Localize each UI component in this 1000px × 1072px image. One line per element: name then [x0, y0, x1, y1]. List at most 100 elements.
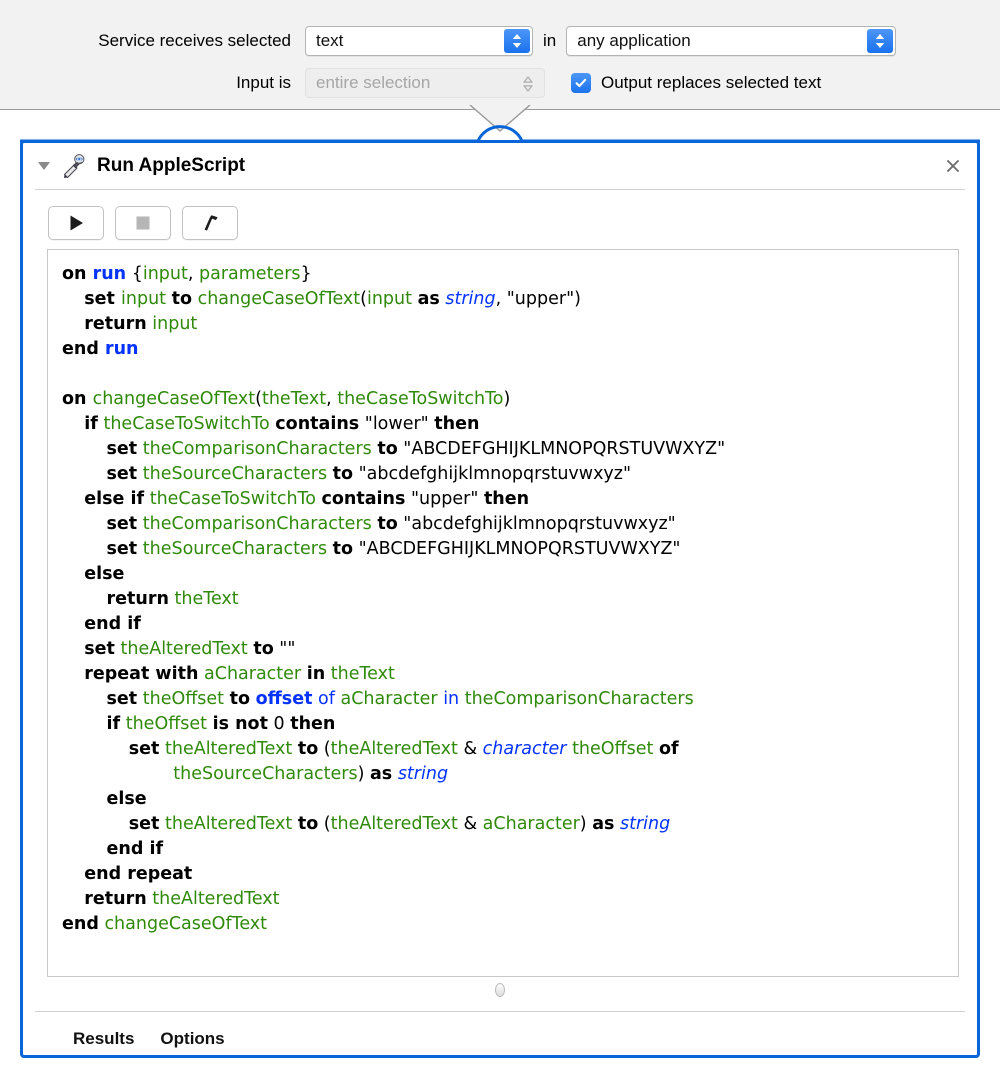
code-line: set theOffset to offset of aCharacter in…	[62, 687, 948, 712]
code-token: as	[370, 764, 393, 784]
tab-options[interactable]: Options	[160, 1029, 224, 1049]
applescript-source[interactable]: on run {input, parameters} set input to …	[48, 250, 958, 947]
disclosure-triangle-icon[interactable]	[35, 157, 53, 175]
stop-icon	[136, 216, 150, 230]
code-line: else	[62, 787, 948, 812]
code-token: theComparisonCharacters	[142, 439, 372, 459]
code-token: (	[318, 739, 331, 759]
code-token: (	[360, 289, 367, 309]
code-line: set input to changeCaseOfText(input as s…	[62, 287, 948, 312]
code-token: theSourceCharacters	[142, 464, 328, 484]
code-token: to	[297, 814, 319, 834]
code-line: on changeCaseOfText(theText, theCaseToSw…	[62, 387, 948, 412]
code-line: set theComparisonCharacters to "ABCDEFGH…	[62, 437, 948, 462]
code-line: return input	[62, 312, 948, 337]
code-token: then	[483, 489, 530, 509]
input-is-popup: entire selection	[305, 68, 545, 98]
run-button[interactable]	[48, 206, 104, 240]
code-token: "abcdefghijklmnopqrstuvwxyz"	[397, 514, 676, 534]
service-receives-row: Service receives selected text in any ap…	[0, 22, 1000, 60]
code-token: set	[106, 439, 138, 459]
code-token: run	[92, 264, 127, 284]
code-token: 0	[267, 714, 291, 734]
code-token: &	[457, 814, 483, 834]
code-token: theText	[330, 664, 395, 684]
code-token: theOffset	[572, 739, 654, 759]
chevron-updown-icon	[504, 29, 530, 53]
code-token: then	[434, 414, 480, 434]
code-token: to	[377, 514, 398, 534]
code-line: set theAlteredText to (theAlteredText & …	[62, 737, 948, 762]
code-token: set	[106, 514, 138, 534]
code-token: string	[620, 814, 671, 834]
code-token: input	[142, 264, 188, 284]
panel-header: Run AppleScript	[23, 143, 977, 189]
code-token: input	[121, 289, 167, 309]
service-receives-label: Service receives selected	[98, 31, 291, 50]
code-token: as	[417, 289, 440, 309]
code-line: set theAlteredText to (theAlteredText & …	[62, 812, 948, 837]
hammer-icon	[204, 215, 218, 231]
code-token: to	[171, 289, 192, 309]
code-token: end if	[84, 614, 141, 634]
code-token: theSourceCharacters	[173, 764, 358, 784]
code-line: set theAlteredText to ""	[62, 637, 948, 662]
code-token: theOffset	[125, 714, 208, 734]
code-token: theComparisonCharacters	[142, 514, 372, 534]
code-token: "ABCDEFGHIJKLMNOPQRSTUVWXYZ"	[397, 439, 726, 459]
compile-button[interactable]	[182, 206, 238, 240]
application-popup[interactable]: any application	[566, 26, 897, 56]
checkmark-icon	[575, 78, 587, 88]
code-token: theCaseToSwitchTo	[103, 414, 270, 434]
code-token: end if	[106, 839, 164, 859]
code-token: else	[106, 789, 147, 809]
service-receives-popup[interactable]: text	[305, 26, 533, 56]
code-token: string	[397, 764, 449, 784]
code-token: set	[106, 464, 138, 484]
code-token: theText	[174, 589, 239, 609]
code-token: to	[332, 464, 354, 484]
code-token: "upper"	[405, 489, 484, 509]
code-token: string	[445, 289, 496, 309]
output-replaces-checkbox-row[interactable]: Output replaces selected text	[571, 73, 821, 93]
code-token: theAlteredText	[152, 889, 280, 909]
code-token: aCharacter	[482, 814, 580, 834]
output-replaces-label: Output replaces selected text	[601, 73, 822, 92]
code-line: return theAlteredText	[62, 887, 948, 912]
code-token: to	[332, 539, 354, 559]
run-applescript-action-panel: Run AppleScript on run {input, parameter…	[20, 140, 980, 1058]
applescript-icon	[61, 153, 87, 179]
grabber-dot	[495, 983, 505, 997]
code-token: set	[106, 539, 138, 559]
applescript-editor[interactable]: on run {input, parameters} set input to …	[47, 249, 959, 977]
code-line: set theSourceCharacters to "ABCDEFGHIJKL…	[62, 537, 948, 562]
split-grabber[interactable]	[23, 981, 977, 999]
code-token: theCaseToSwitchTo	[149, 489, 316, 509]
application-value: any application	[577, 31, 691, 50]
input-is-label: Input is	[236, 73, 291, 92]
close-icon[interactable]	[943, 156, 963, 176]
code-token: to	[377, 439, 398, 459]
code-token: )	[357, 764, 370, 784]
tab-results[interactable]: Results	[73, 1029, 134, 1049]
code-token: changeCaseOfText	[92, 389, 256, 409]
code-token: set	[106, 689, 138, 709]
code-token: on	[62, 389, 93, 409]
code-token: }	[300, 264, 312, 284]
code-token: in	[443, 689, 460, 709]
code-token: aCharacter	[340, 689, 438, 709]
stop-button	[115, 206, 171, 240]
code-token: (	[318, 814, 331, 834]
code-token: theAlteredText	[120, 639, 248, 659]
output-replaces-checkbox[interactable]	[571, 73, 591, 93]
chevron-updown-icon	[518, 72, 538, 96]
code-token: )	[579, 814, 593, 834]
code-token: end	[62, 339, 105, 359]
